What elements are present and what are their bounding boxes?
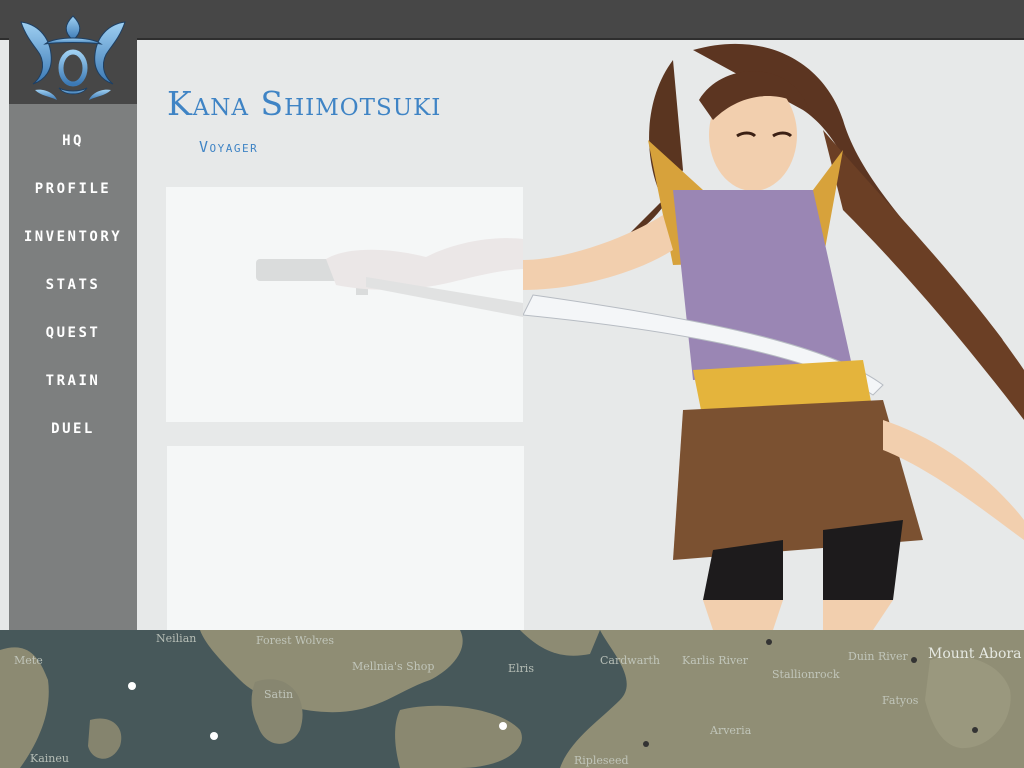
world-map[interactable]: Neilian Mete Forest Wolves Mellnia's Sho… xyxy=(0,630,1024,768)
character-class: Voyager xyxy=(199,138,259,156)
character-name: Kana Shimotsuki xyxy=(167,84,442,123)
map-label-fatyos: Fatyos xyxy=(882,694,919,707)
tribal-crest-logo-icon xyxy=(20,15,126,100)
map-label-kaineu: Kaineu xyxy=(30,752,69,765)
map-label-mount-abora: Mount Abora xyxy=(928,646,1022,662)
main-nav: HQ PROFILE INVENTORY STATS QUEST TRAIN D… xyxy=(9,124,137,460)
nav-item-quest[interactable]: QUEST xyxy=(9,316,137,364)
map-label-ripleseed: Ripleseed xyxy=(574,754,629,767)
map-label-satin: Satin xyxy=(264,688,294,701)
logo[interactable] xyxy=(9,8,137,104)
nav-item-duel[interactable]: DUEL xyxy=(9,412,137,460)
nav-item-stats[interactable]: STATS xyxy=(9,268,137,316)
info-panel-top xyxy=(166,187,523,422)
map-label-neilian: Neilian xyxy=(156,632,197,645)
sword-hand-watermark xyxy=(256,238,523,317)
info-panel-bottom xyxy=(167,446,524,630)
map-label-arveria: Arveria xyxy=(710,724,752,737)
profile-content: Kana Shimotsuki Voyager xyxy=(137,40,1024,630)
nav-item-train[interactable]: TRAIN xyxy=(9,364,137,412)
map-label-elris: Elris xyxy=(508,662,534,675)
nav-item-profile[interactable]: PROFILE xyxy=(9,172,137,220)
character-portrait xyxy=(523,43,1024,630)
top-bar xyxy=(0,0,1024,40)
map-label-river: Karlis River xyxy=(682,654,748,667)
map-label-cardwarth: Cardwarth xyxy=(600,654,661,667)
map-label-stallionrock: Stallionrock xyxy=(772,668,840,681)
map-label-forest: Forest Wolves xyxy=(256,634,335,647)
nav-item-hq[interactable]: HQ xyxy=(9,124,137,172)
nav-item-inventory[interactable]: INVENTORY xyxy=(9,220,137,268)
map-label-mete: Mete xyxy=(14,654,43,667)
map-label-shop: Mellnia's Shop xyxy=(352,660,435,673)
map-label-duin: Duin River xyxy=(848,650,908,663)
